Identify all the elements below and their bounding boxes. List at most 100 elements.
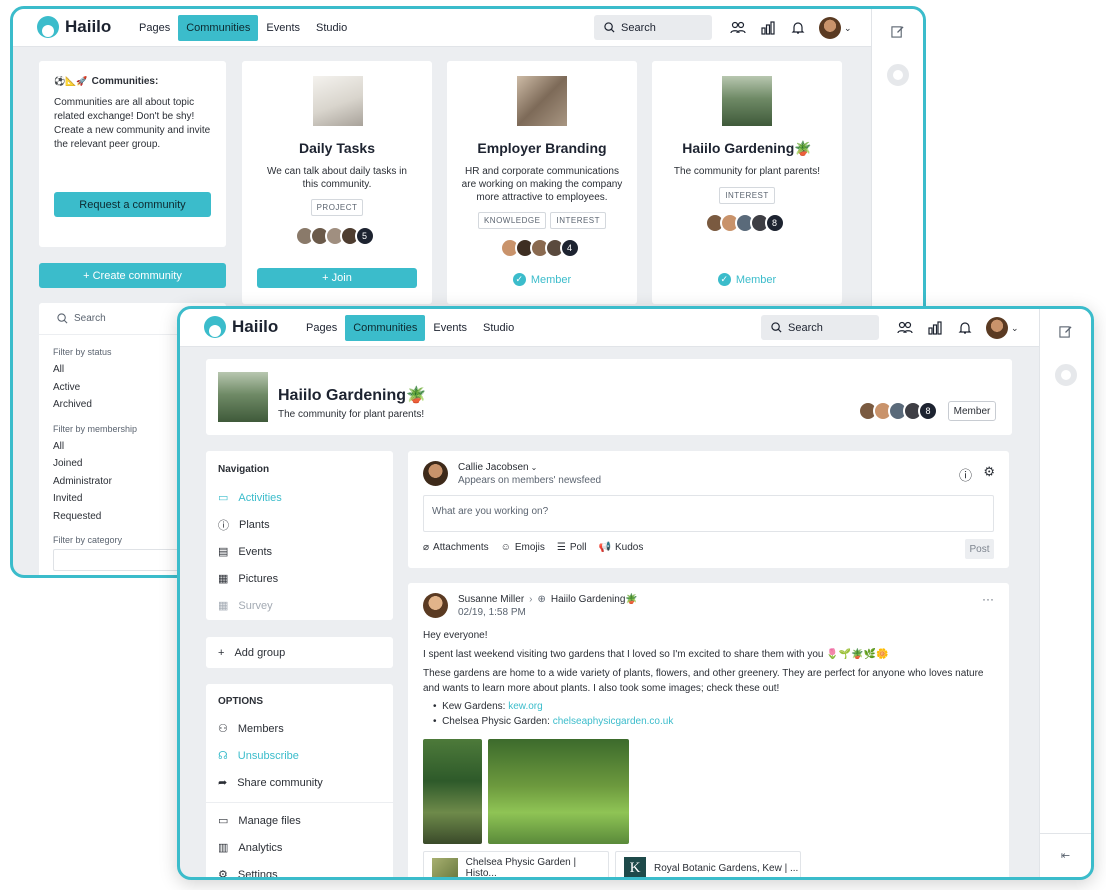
create-community-button[interactable]: + Create community [39,263,226,288]
global-search[interactable]: Search [761,315,879,340]
avatar [986,317,1008,339]
smiley-icon: ☺ [500,542,511,553]
people-icon[interactable] [896,319,914,337]
people-icon[interactable] [729,19,747,37]
link-preview[interactable]: Chelsea Physic Garden | Histo... [423,851,609,877]
nav-studio[interactable]: Studio [308,15,355,41]
member-status[interactable]: ✓ Member [652,273,842,286]
nav-events[interactable]: Events [425,315,475,341]
megaphone-icon: 📢 [598,542,611,553]
option-manage-files[interactable]: ▭ Manage files [218,807,381,834]
chevron-right-icon: › [529,594,533,605]
member-label: Member [530,273,572,286]
community-card[interactable]: Employer Branding HR and corporate commu… [447,61,637,304]
emojis-button[interactable]: ☺ Emojis [501,542,545,553]
poll-button[interactable]: ☰ Poll [557,542,587,553]
option-unsubscribe[interactable]: ☊ Unsubscribe [218,742,381,769]
check-icon: ✓ [512,273,526,286]
post-author[interactable]: Susanne Miller [458,594,524,605]
link-preview[interactable]: K Royal Botanic Gardens, Kew | ... [615,851,801,877]
option-label: Unsubscribe [237,749,299,762]
loading-ring-icon [1055,364,1077,386]
member-avatars: 4 [447,238,637,258]
nav-plants[interactable]: ⓘ Plants [218,511,381,538]
option-settings[interactable]: ⚙ Settings [218,861,381,878]
bell-icon[interactable] [789,19,807,37]
member-button[interactable]: Member [948,401,996,421]
main-nav: Pages Communities Events Studio [298,309,522,347]
kew-link[interactable]: kew.org [508,701,542,712]
activities-icon: ▭ [218,492,229,504]
member-status[interactable]: ✓ Member [447,273,637,286]
nav-pictures[interactable]: ▦ Pictures [218,565,381,592]
nav-activities[interactable]: ▭ Activities [218,484,381,511]
info-icon[interactable]: ⓘ [959,465,972,484]
community-subtitle: The community for plant parents! [278,409,425,420]
community-tag: PROJECT [310,199,364,216]
nav-events[interactable]: Events [258,15,308,41]
survey-icon: ▦ [218,600,229,612]
post-paragraph: I spent last weekend visiting two garden… [423,649,889,660]
option-share[interactable]: ➦ Share community [218,769,381,796]
emoji-icon: ⚽📐🚀 [54,76,88,86]
analytics-icon[interactable] [759,19,777,37]
global-search[interactable]: Search [594,15,712,40]
top-bar: Haiilo Pages Communities Events Studio S… [13,9,873,47]
collapse-rail-icon[interactable]: ⇤ [1040,833,1091,877]
gear-icon[interactable]: ⚙ [983,464,995,480]
preview-title: Royal Botanic Gardens, Kew | ... [654,862,799,874]
post-timestamp: 02/19, 1:58 PM [458,607,526,618]
search-icon [57,313,68,324]
calendar-icon: ▤ [218,546,229,558]
community-detail-window: Haiilo Pages Communities Events Studio S… [177,306,1094,880]
info-title: Communities: [91,76,159,87]
post-header: Susanne Miller › ⊕ Haiilo Gardening🪴 [458,594,638,605]
nav-communities[interactable]: Communities [345,315,426,341]
compose-icon[interactable] [891,25,904,41]
add-group-button[interactable]: + Add group [206,637,393,668]
member-avatars[interactable]: 8 [858,401,938,421]
nav-studio[interactable]: Studio [475,315,522,341]
brand-name: Haiilo [232,317,279,336]
community-image [313,76,363,126]
share-icon: ➦ [218,777,228,789]
compose-icon[interactable] [1059,325,1072,341]
attachments-button[interactable]: ⌀ Attachments [423,542,489,553]
join-button[interactable]: + Join [257,268,417,288]
author-select[interactable]: Callie Jacobsen ⌄ [458,462,537,473]
user-menu[interactable]: ⌄ [819,17,852,39]
tool-label: Kudos [614,542,644,553]
post-input[interactable]: What are you working on? [423,495,994,532]
nav-survey[interactable]: ▦ Survey [218,592,381,619]
search-label: Search [621,21,656,34]
post-button[interactable]: Post [965,539,994,559]
bell-icon[interactable] [956,319,974,337]
option-analytics[interactable]: ▥ Analytics [218,834,381,861]
community-description: We can talk about daily tasks in this co… [267,166,407,190]
community-title: Employer Branding [477,140,607,156]
community-card[interactable]: Daily Tasks We can talk about daily task… [242,61,432,304]
chelsea-link[interactable]: chelseaphysicgarden.co.uk [553,716,674,727]
community-card[interactable]: Haiilo Gardening🪴 The community for plan… [652,61,842,304]
nav-pages[interactable]: Pages [131,15,178,41]
request-community-button[interactable]: Request a community [54,192,211,217]
nav-pages[interactable]: Pages [298,315,345,341]
post-target[interactable]: Haiilo Gardening🪴 [551,594,638,605]
nav-communities[interactable]: Communities [178,15,259,41]
post-image[interactable] [423,739,482,844]
option-label: Analytics [238,841,283,854]
logo[interactable]: Haiilo [37,16,111,38]
logo[interactable]: Haiilo [204,316,278,338]
user-menu[interactable]: ⌄ [986,317,1019,339]
nav-events[interactable]: ▤ Events [218,538,381,565]
tool-label: Attachments [433,542,489,553]
analytics-icon[interactable] [926,319,944,337]
kudos-button[interactable]: 📢 Kudos [599,542,644,553]
more-icon[interactable]: ··· [982,592,994,606]
option-label: Share community [237,776,323,789]
community-image [517,76,567,126]
preview-thumbnail [432,858,458,877]
post-image[interactable] [488,739,629,844]
option-members[interactable]: ⚇ Members [218,715,381,742]
check-icon: ✓ [717,273,731,286]
